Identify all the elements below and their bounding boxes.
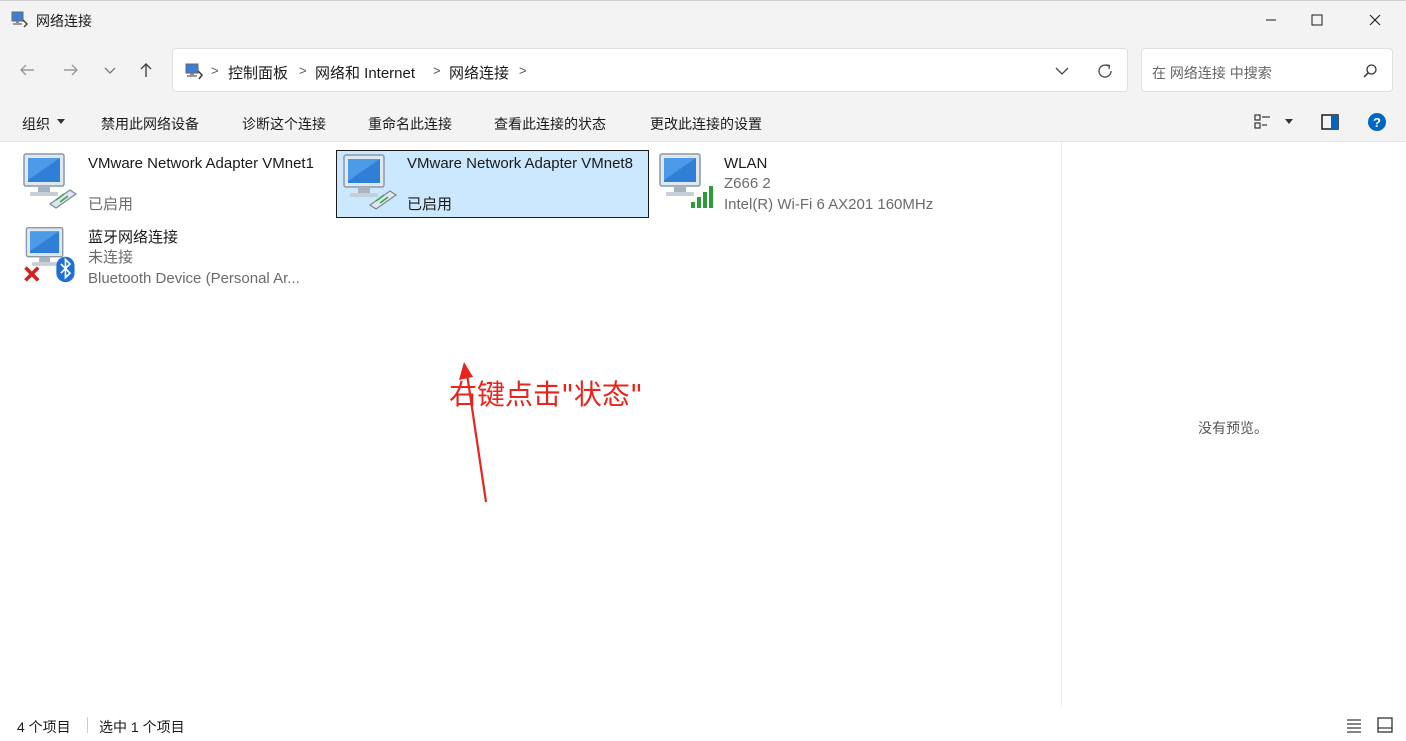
breadcrumb-separator[interactable]: > — [433, 63, 441, 78]
status-bar: 4 个项目 选中 1 个项目 — [0, 707, 1406, 741]
item-count: 4 个项目 — [17, 719, 71, 735]
network-connections-icon — [11, 11, 28, 28]
forward-arrow-icon — [64, 64, 78, 76]
breadcrumb-network-connections[interactable]: 网络连接 — [449, 62, 509, 83]
view-status-button[interactable]: 查看此连接的状态 — [494, 114, 606, 134]
connection-name: VMware Network Adapter VMnet1 — [88, 155, 314, 172]
diagnose-button[interactable]: 诊断这个连接 — [242, 114, 326, 134]
connection-status: 已启用 — [88, 196, 134, 213]
search-icon[interactable] — [1362, 63, 1378, 79]
breadcrumb-separator[interactable]: > — [519, 63, 527, 78]
back-arrow-icon — [20, 64, 34, 76]
refresh-icon[interactable] — [1095, 61, 1115, 81]
rename-button[interactable]: 重命名此连接 — [368, 114, 452, 134]
address-history-chevron-icon[interactable] — [1053, 62, 1071, 80]
view-options-caret-icon[interactable] — [1285, 119, 1293, 125]
maximize-button[interactable] — [1294, 1, 1340, 39]
chevron-down-icon — [104, 67, 116, 74]
ethernet-adapter-icon — [343, 154, 398, 210]
annotation-text: 右键点击"状态" — [449, 378, 643, 411]
title-bar: 网络连接 — [0, 0, 1406, 38]
connection-item-vmnet1[interactable]: VMware Network Adapter VMnet1 已启用 — [20, 150, 314, 218]
breadcrumb-control-panel[interactable]: 控制面板 — [228, 62, 288, 83]
address-bar[interactable]: > 控制面板 > 网络和 Internet > 网络连接 > — [172, 48, 1128, 92]
bluetooth-adapter-icon — [24, 226, 75, 283]
connection-item-vmnet8[interactable]: VMware Network Adapter VMnet8 已启用 — [336, 150, 649, 218]
preview-pane: 没有预览。 — [1061, 142, 1406, 707]
ethernet-adapter-icon — [23, 153, 78, 209]
svg-text:?: ? — [1373, 115, 1381, 130]
minimize-icon — [1266, 19, 1276, 21]
breadcrumb-separator[interactable]: > — [299, 63, 307, 78]
forward-button[interactable] — [56, 56, 86, 84]
breadcrumb-network-internet[interactable]: 网络和 Internet — [315, 62, 415, 83]
caret-down-icon[interactable] — [57, 119, 65, 125]
navigation-bar: > 控制面板 > 网络和 Internet > 网络连接 > 在 网络连接 中搜… — [0, 38, 1406, 102]
up-arrow-icon — [140, 63, 152, 77]
disable-device-button[interactable]: 禁用此网络设备 — [101, 114, 199, 134]
preview-empty-text: 没有预览。 — [1198, 420, 1268, 436]
connection-device: Bluetooth Device (Personal Ar... — [88, 270, 300, 287]
change-settings-button[interactable]: 更改此连接的设置 — [650, 114, 762, 134]
view-options-icon[interactable] — [1253, 112, 1273, 132]
connection-status: 已启用 — [407, 196, 453, 213]
details-view-icon[interactable] — [1345, 716, 1363, 734]
search-box[interactable]: 在 网络连接 中搜索 — [1141, 48, 1393, 92]
help-icon[interactable]: ? — [1367, 112, 1387, 132]
connection-device: Intel(R) Wi-Fi 6 AX201 160MHz — [724, 196, 934, 213]
connection-name: 蓝牙网络连接 — [88, 229, 179, 246]
minimize-button[interactable] — [1248, 1, 1294, 39]
maximize-icon — [1311, 14, 1323, 26]
connection-status: 未连接 — [88, 249, 134, 266]
connection-item-wlan[interactable]: WLAN Z666 2 Intel(R) Wi-Fi 6 AX201 160MH… — [656, 150, 976, 218]
breadcrumb-separator: > — [211, 63, 219, 78]
up-button[interactable] — [131, 56, 161, 84]
control-panel-network-icon — [185, 63, 203, 80]
connection-item-bluetooth[interactable]: 蓝牙网络连接 未连接 Bluetooth Device (Personal Ar… — [20, 224, 330, 292]
close-icon — [1369, 14, 1381, 26]
connection-name: VMware Network Adapter VMnet8 — [407, 155, 633, 172]
status-divider — [87, 717, 88, 733]
back-button[interactable] — [12, 56, 42, 84]
wifi-adapter-icon — [659, 153, 713, 208]
command-bar: 组织 禁用此网络设备 诊断这个连接 重命名此连接 查看此连接的状态 更改此连接的… — [0, 102, 1406, 142]
window-title: 网络连接 — [36, 13, 92, 29]
connection-name: WLAN — [724, 155, 768, 172]
search-placeholder[interactable]: 在 网络连接 中搜索 — [1152, 63, 1272, 83]
large-icons-view-icon[interactable] — [1376, 716, 1394, 734]
connection-network: Z666 2 — [724, 175, 771, 192]
close-button[interactable] — [1352, 1, 1398, 39]
connections-list: VMware Network Adapter VMnet1 已启用 VMware… — [0, 142, 1061, 707]
organize-menu[interactable]: 组织 — [22, 114, 50, 134]
recent-locations-button[interactable] — [95, 56, 125, 84]
preview-pane-icon[interactable] — [1320, 112, 1340, 132]
selected-count: 选中 1 个项目 — [99, 719, 185, 735]
